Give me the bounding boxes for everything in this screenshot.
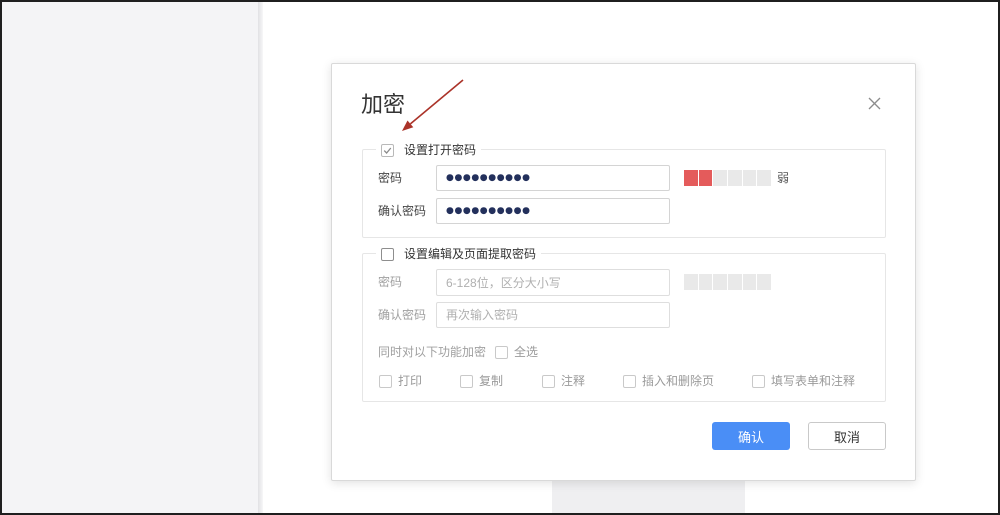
edit-password-toggle[interactable]: 设置编辑及页面提取密码: [376, 246, 542, 262]
password-strength-meter: [684, 170, 772, 186]
dialog-title: 加密: [361, 92, 406, 117]
open-password-label: 设置打开密码: [404, 143, 477, 157]
strength-segment: [757, 274, 772, 290]
close-icon[interactable]: [868, 97, 881, 110]
option-fill-forms[interactable]: 填写表单和注释: [752, 373, 855, 389]
option-annotate-label: 注释: [561, 374, 586, 388]
strength-segment: [742, 274, 757, 290]
select-all-checkbox[interactable]: [495, 345, 508, 359]
strength-segment: [713, 274, 728, 290]
edit-password-strength-meter: [684, 274, 772, 290]
functions-encrypt-label: 同时对以下功能加密: [378, 345, 487, 359]
edit-password-confirm-input[interactable]: [436, 302, 670, 328]
strength-segment: [713, 170, 728, 186]
option-print[interactable]: 打印: [379, 373, 422, 389]
open-password-section: [362, 149, 886, 238]
open-password-toggle[interactable]: 设置打开密码: [376, 142, 482, 158]
option-annotate[interactable]: 注释: [542, 373, 585, 389]
option-insert-delete-pages-checkbox[interactable]: [623, 374, 636, 388]
option-annotate-checkbox[interactable]: [542, 374, 555, 388]
left-sidebar-panel: [0, 0, 258, 515]
open-password-confirm-input[interactable]: [436, 198, 670, 224]
confirm-password-label: 确认密码: [378, 204, 427, 218]
edit-password-label: 设置编辑及页面提取密码: [404, 247, 537, 261]
select-all-label: 全选: [514, 345, 539, 359]
app-window: 加密 设置打开密码 密码 弱 确认密码: [0, 0, 1000, 515]
option-copy[interactable]: 复制: [460, 373, 503, 389]
select-all-option[interactable]: 全选: [495, 344, 538, 360]
option-print-label: 打印: [398, 374, 423, 388]
edit-password-checkbox[interactable]: [381, 247, 394, 261]
open-password-checkbox[interactable]: [381, 143, 394, 157]
encrypt-dialog: 加密 设置打开密码 密码 弱 确认密码: [331, 63, 916, 481]
close-icon-glyph: [868, 97, 881, 110]
strength-segment: [698, 170, 713, 186]
strength-segment: [684, 274, 698, 290]
checkmark-icon: [383, 147, 392, 154]
strength-segment: [757, 170, 772, 186]
option-insert-delete-pages[interactable]: 插入和删除页: [623, 373, 714, 389]
strength-segment: [728, 274, 742, 290]
option-print-checkbox[interactable]: [379, 374, 392, 388]
edit-password-input[interactable]: [436, 269, 670, 296]
strength-segment: [684, 170, 698, 186]
edit-password-field-label: 密码: [378, 275, 403, 289]
strength-segment: [698, 274, 713, 290]
option-copy-checkbox[interactable]: [460, 374, 473, 388]
option-fill-forms-checkbox[interactable]: [752, 374, 765, 388]
password-label: 密码: [378, 171, 403, 185]
option-copy-label: 复制: [479, 374, 504, 388]
confirm-button[interactable]: 确认: [712, 422, 790, 450]
password-strength-text: 弱: [777, 171, 790, 185]
strength-segment: [728, 170, 742, 186]
option-fill-forms-label: 填写表单和注释: [771, 374, 856, 388]
option-insert-delete-pages-label: 插入和删除页: [642, 374, 715, 388]
cancel-button[interactable]: 取消: [808, 422, 886, 450]
edit-confirm-password-label: 确认密码: [378, 308, 427, 322]
strength-segment: [742, 170, 757, 186]
open-password-input[interactable]: [436, 165, 670, 191]
